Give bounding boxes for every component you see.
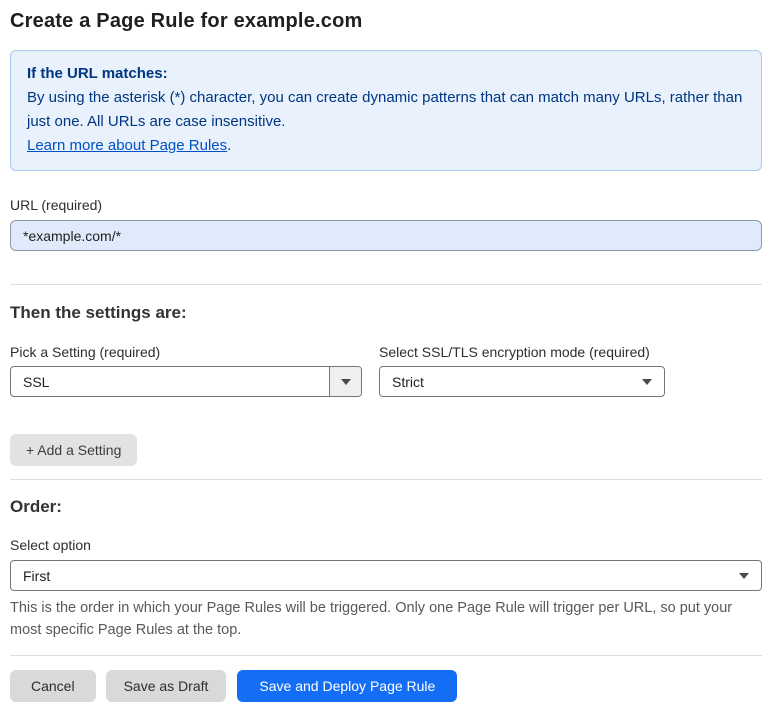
chevron-down-icon	[340, 378, 351, 385]
order-help-text: This is the order in which your Page Rul…	[10, 600, 733, 638]
order-select-label: Select option	[10, 537, 91, 553]
ssl-mode-select-value: Strict	[392, 373, 424, 390]
order-select-value: First	[23, 567, 51, 584]
setting-select-value: SSL	[23, 373, 50, 390]
save-and-deploy-button[interactable]: Save and Deploy Page Rule	[237, 670, 458, 702]
info-box-body: By using the asterisk (*) character, you…	[27, 89, 743, 130]
info-box-heading: If the URL matches:	[27, 65, 168, 82]
create-page-rule-form: Create a Page Rule for example.com If th…	[0, 0, 772, 702]
url-input[interactable]	[10, 220, 762, 251]
url-field-label: URL (required)	[10, 197, 103, 213]
mode-select-label: Select SSL/TLS encryption mode (required…	[379, 344, 650, 360]
page-title: Create a Page Rule for example.com	[10, 10, 363, 32]
footer-button-row: Cancel Save as Draft Save and Deploy Pag…	[10, 670, 762, 702]
info-box-link-line: Learn more about Page Rules.	[27, 134, 745, 158]
save-as-draft-button[interactable]: Save as Draft	[105, 670, 227, 702]
ssl-mode-select[interactable]: Strict	[379, 366, 665, 397]
order-select[interactable]: First	[10, 560, 762, 591]
add-setting-button[interactable]: + Add a Setting	[10, 434, 138, 466]
url-match-info-box: If the URL matches: By using the asteris…	[10, 50, 762, 171]
cancel-button[interactable]: Cancel	[10, 670, 96, 702]
setting-select-column: Pick a Setting (required) SSL	[10, 344, 379, 397]
setting-select-label: Pick a Setting (required)	[10, 344, 161, 360]
settings-selects-row: Pick a Setting (required) SSL Select SSL…	[10, 344, 762, 397]
footer-divider	[10, 655, 762, 656]
setting-select[interactable]: SSL	[10, 366, 362, 397]
settings-section-heading: Then the settings are:	[10, 303, 187, 322]
link-suffix-period: .	[227, 137, 232, 154]
setting-select-arrow-button[interactable]	[329, 367, 361, 396]
section-divider	[10, 284, 762, 285]
section-divider	[10, 479, 762, 480]
mode-select-column: Select SSL/TLS encryption mode (required…	[379, 344, 679, 397]
chevron-down-icon	[642, 379, 652, 385]
order-section-heading: Order:	[10, 497, 62, 516]
chevron-down-icon	[739, 573, 749, 579]
learn-more-link[interactable]: Learn more about Page Rules	[27, 137, 227, 154]
